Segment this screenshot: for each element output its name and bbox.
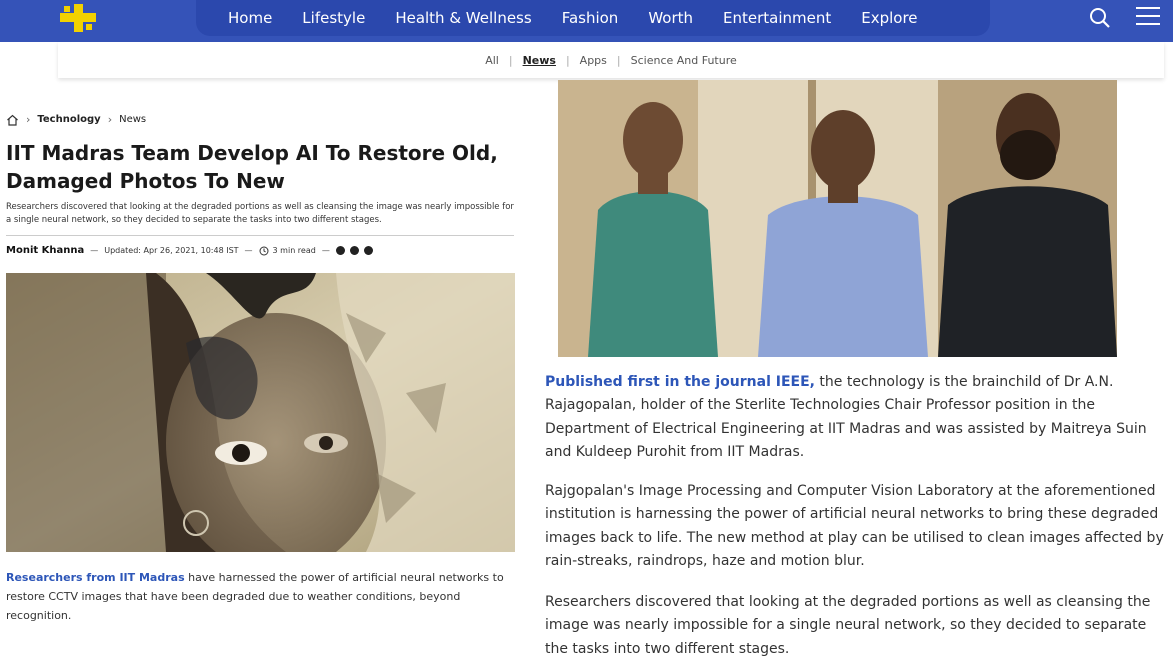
- top-navbar: Home Lifestyle Health & Wellness Fashion…: [0, 0, 1173, 42]
- breadcrumb: › Technology › News: [6, 113, 146, 126]
- home-icon[interactable]: [6, 114, 19, 126]
- subnav-item-all[interactable]: All: [485, 54, 499, 67]
- journal-link[interactable]: Published first in the journal IEEE,: [545, 374, 815, 390]
- separator: —: [90, 246, 99, 255]
- image-caption: Researchers from IIT Madras have harness…: [6, 568, 516, 625]
- author-name[interactable]: Monit Khanna: [6, 245, 84, 256]
- subnav-divider: |: [508, 53, 513, 67]
- nav-item-explore[interactable]: Explore: [861, 9, 917, 27]
- separator: —: [321, 246, 330, 255]
- subnav-divider: |: [565, 53, 570, 67]
- site-logo[interactable]: [56, 2, 100, 34]
- nav-item-entertainment[interactable]: Entertainment: [723, 9, 831, 27]
- article-title: IIT Madras Team Develop AI To Restore Ol…: [6, 141, 498, 193]
- nav-item-health-wellness[interactable]: Health & Wellness: [395, 9, 531, 27]
- subnav-divider: |: [616, 53, 621, 67]
- body-paragraph-1: Published first in the journal IEEE, the…: [545, 371, 1170, 464]
- caption-link[interactable]: Researchers from IIT Madras: [6, 571, 185, 584]
- clock-icon: [259, 246, 269, 255]
- read-time: 3 min read: [272, 246, 316, 255]
- separator: —: [244, 246, 253, 255]
- subnav-item-news[interactable]: News: [523, 54, 556, 67]
- facebook-icon[interactable]: [363, 246, 373, 255]
- pinterest-icon[interactable]: [349, 246, 359, 255]
- nav-item-worth[interactable]: Worth: [648, 9, 693, 27]
- article-summary: Researchers discovered that looking at t…: [6, 202, 514, 225]
- hamburger-menu-icon[interactable]: [1136, 7, 1160, 27]
- chevron-right-icon: ›: [107, 113, 113, 126]
- breadcrumb-news[interactable]: News: [119, 114, 146, 125]
- reddit-icon[interactable]: [335, 246, 345, 255]
- chevron-right-icon: ›: [26, 113, 31, 126]
- updated-date: Updated: Apr 26, 2021, 10:48 IST: [104, 246, 239, 255]
- nav-item-lifestyle[interactable]: Lifestyle: [302, 9, 365, 27]
- research-team-photo: [558, 80, 1117, 357]
- category-subnav: All | News | Apps | Science And Future: [58, 42, 1164, 78]
- nav-item-fashion[interactable]: Fashion: [562, 9, 619, 27]
- search-icon[interactable]: [1089, 7, 1111, 29]
- divider: [6, 235, 514, 236]
- subnav-item-science-and-future[interactable]: Science And Future: [631, 54, 737, 67]
- breadcrumb-technology[interactable]: Technology: [37, 114, 100, 125]
- article-byline: Monit Khanna — Updated: Apr 26, 2021, 10…: [6, 245, 378, 256]
- body-paragraph-2: Rajgopalan's Image Processing and Comput…: [545, 483, 1164, 569]
- subnav-item-apps[interactable]: Apps: [580, 54, 607, 67]
- body-paragraph-3: Researchers discovered that looking at t…: [545, 594, 1151, 657]
- nav-item-home[interactable]: Home: [228, 9, 272, 27]
- lead-image-damaged-photo: [6, 273, 515, 552]
- main-nav: Home Lifestyle Health & Wellness Fashion…: [196, 0, 990, 36]
